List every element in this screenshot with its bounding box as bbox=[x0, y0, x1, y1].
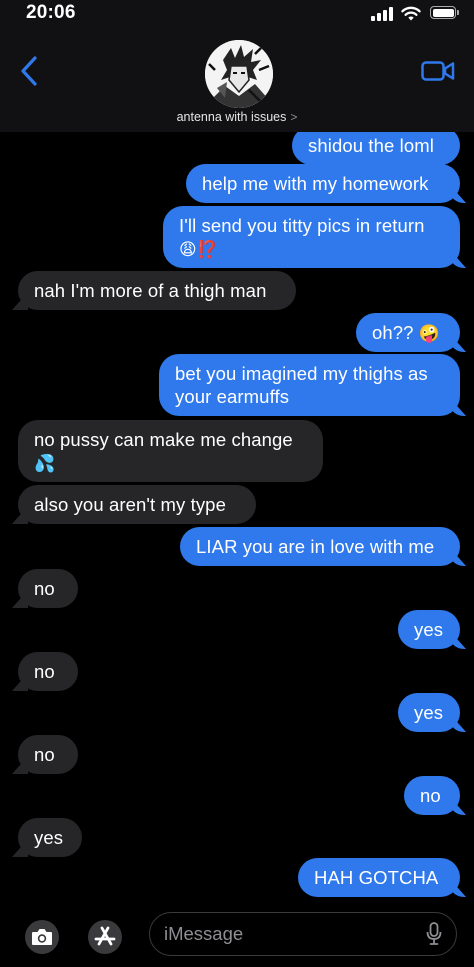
message-bubble-incoming[interactable]: no pussy can make me change 💦 bbox=[18, 420, 323, 482]
message-bubble-outgoing[interactable]: shidou the loml bbox=[292, 132, 460, 165]
message-bubble-incoming[interactable]: no bbox=[18, 735, 78, 774]
wifi-icon bbox=[401, 6, 421, 21]
emoji: 💦 bbox=[34, 454, 56, 473]
message-bubble-incoming[interactable]: yes bbox=[18, 818, 82, 857]
chevron-right-icon: > bbox=[290, 110, 298, 124]
conversation-header: antenna with issues > bbox=[0, 32, 474, 133]
signal-icon bbox=[371, 7, 395, 21]
message-bubble-outgoing[interactable]: LIAR you are in love with me bbox=[180, 527, 460, 566]
message-bubble-incoming[interactable]: no bbox=[18, 569, 78, 608]
back-chevron-icon[interactable] bbox=[14, 52, 44, 90]
imessage-placeholder: iMessage bbox=[164, 923, 244, 944]
status-time: 20:06 bbox=[26, 2, 76, 23]
message-bubble-outgoing[interactable]: yes bbox=[398, 693, 460, 732]
status-bar: 20:06 bbox=[0, 0, 474, 32]
message-thread[interactable]: shidou the loml help me with my homework… bbox=[0, 132, 474, 902]
camera-button[interactable] bbox=[25, 920, 59, 954]
avatar-manga-art bbox=[205, 40, 273, 108]
video-call-icon[interactable] bbox=[421, 59, 455, 83]
message-bubble-incoming[interactable]: also you aren't my type bbox=[18, 485, 256, 524]
emoji: 😩⁉️ bbox=[179, 240, 219, 259]
message-bubble-incoming[interactable]: no bbox=[18, 652, 78, 691]
message-bubble-outgoing[interactable]: no bbox=[404, 776, 460, 815]
message-bubble-outgoing[interactable]: oh?? 🤪 bbox=[356, 313, 460, 352]
contact-name: antenna with issues bbox=[176, 110, 287, 124]
message-bubble-incoming[interactable]: nah I'm more of a thigh man bbox=[18, 271, 296, 310]
emoji: 🤪 bbox=[418, 324, 441, 343]
composer-bar: iMessage bbox=[0, 902, 474, 967]
message-bubble-outgoing[interactable]: I'll send you titty pics in return 😩⁉️ bbox=[163, 206, 460, 268]
imessage-input[interactable]: iMessage bbox=[149, 912, 457, 956]
microphone-icon[interactable] bbox=[424, 921, 444, 947]
message-bubble-outgoing[interactable]: help me with my homework bbox=[186, 164, 460, 203]
message-bubble-outgoing[interactable]: HAH GOTCHA bbox=[298, 858, 460, 897]
app-store-icon bbox=[94, 926, 116, 946]
contact-name-row[interactable]: antenna with issues > bbox=[0, 110, 474, 124]
camera-icon bbox=[32, 929, 52, 945]
message-bubble-outgoing[interactable]: yes bbox=[398, 610, 460, 649]
contact-avatar[interactable] bbox=[205, 40, 273, 108]
message-bubble-outgoing[interactable]: bet you imagined my thighs as your earmu… bbox=[159, 354, 460, 416]
battery-icon bbox=[430, 6, 459, 19]
app-store-button[interactable] bbox=[88, 920, 122, 954]
